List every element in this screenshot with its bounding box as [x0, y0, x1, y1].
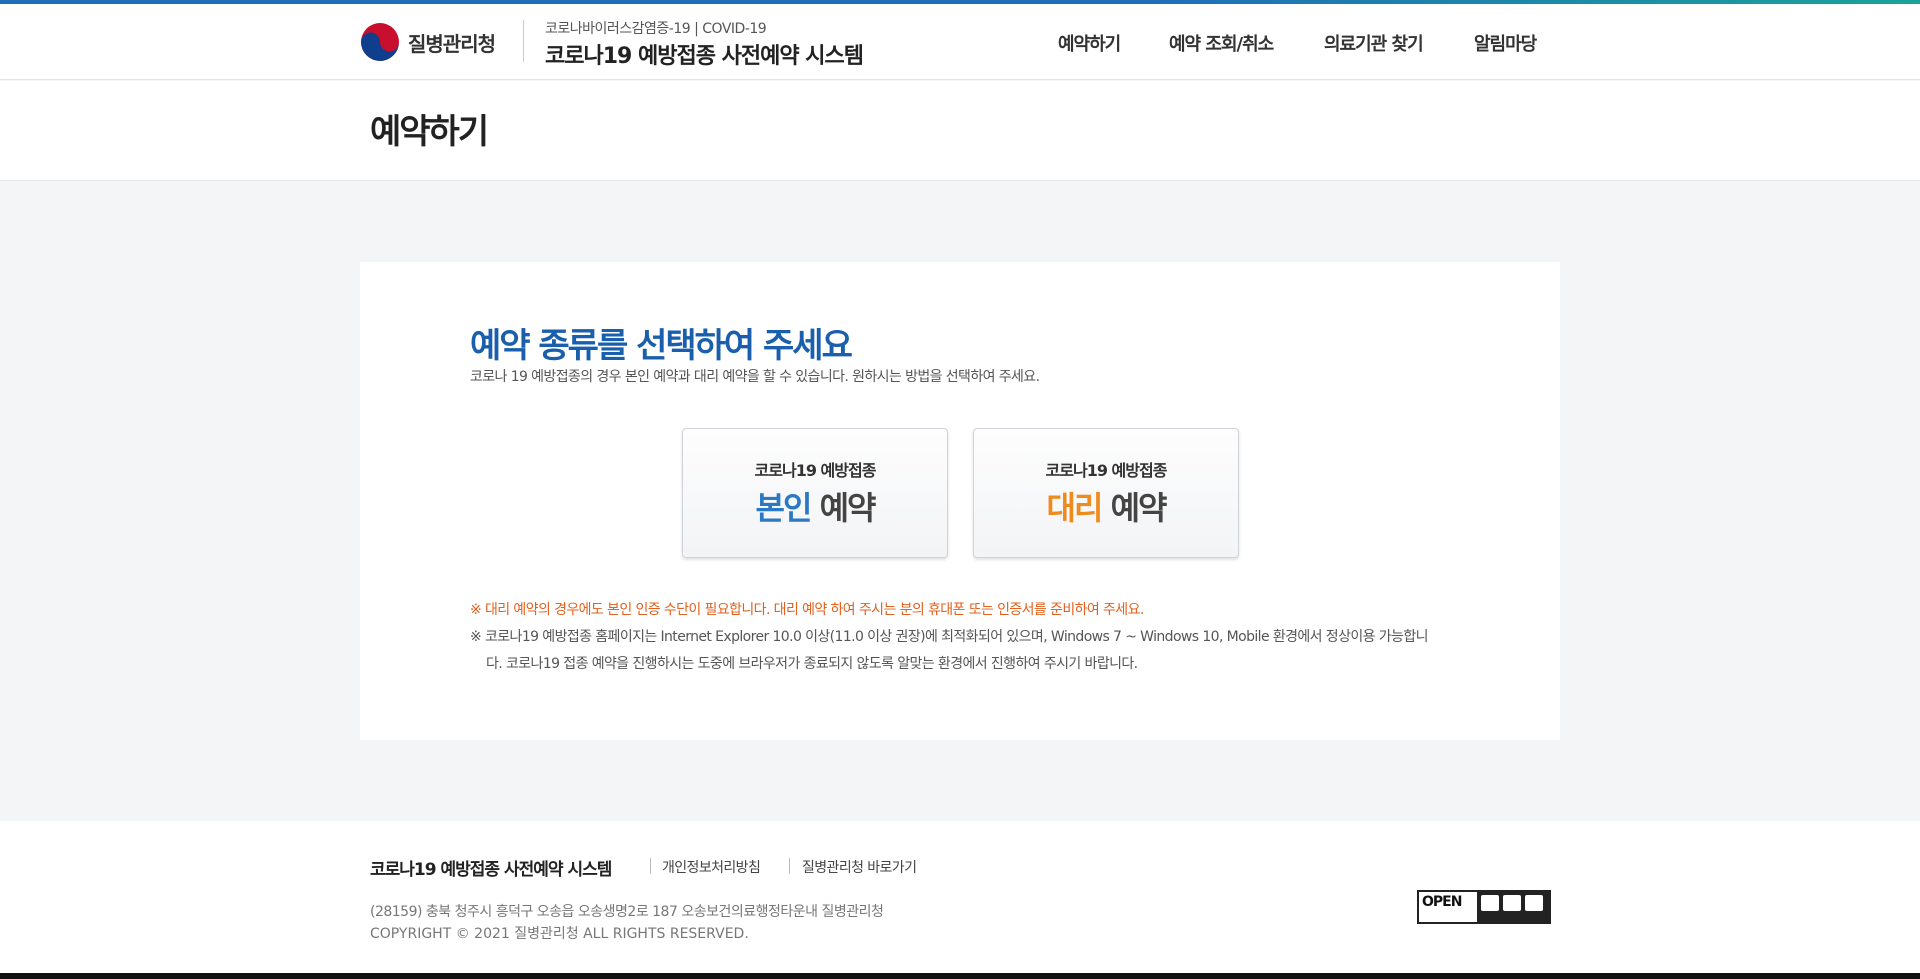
- page-title: 예약하기: [370, 112, 489, 152]
- kdca-homepage-link[interactable]: 질병관리청 바로가기: [802, 857, 917, 877]
- choice-highlight: 대리: [1046, 489, 1104, 527]
- nav-item-lookup-cancel[interactable]: 예약 조회/취소: [1169, 30, 1274, 56]
- kogl-open-mark: OPEN: [1419, 892, 1477, 922]
- noncommercial-icon: [1503, 895, 1521, 911]
- site-footer: 코로나19 예방접종 사전예약 시스템 개인정보처리방침 질병관리청 바로가기 …: [0, 821, 1920, 973]
- self-reservation-button[interactable]: 코로나19 예방접종 본인 예약: [682, 428, 948, 558]
- no-derivatives-icon: [1525, 895, 1543, 911]
- site-header: 질병관리청 코로나바이러스감염증-19 | COVID-19 코로나19 예방접…: [0, 4, 1920, 80]
- attribution-icon: [1481, 895, 1499, 911]
- browser-notice: ※ 코로나19 예방접종 홈페이지는 Internet Explorer 10.…: [470, 624, 1470, 678]
- proxy-auth-notice: ※ 대리 예약의 경우에도 본인 인증 수단이 필요합니다. 대리 예약 하여 …: [470, 602, 1144, 618]
- choice-subtitle: 코로나19 예방접종: [1045, 461, 1168, 480]
- nav-item-notice[interactable]: 알림마당: [1474, 30, 1537, 56]
- kogl-condition-icons: [1477, 892, 1549, 922]
- browser-notice-line1: ※ 코로나19 예방접종 홈페이지는 Internet Explorer 10.…: [470, 629, 1428, 645]
- proxy-reservation-button[interactable]: 코로나19 예방접종 대리 예약: [973, 428, 1239, 558]
- privacy-policy-link[interactable]: 개인정보처리방침: [662, 857, 761, 877]
- kogl-open-text: OPEN: [1422, 894, 1462, 910]
- footer-title: 코로나19 예방접종 사전예약 시스템: [370, 860, 612, 880]
- kogl-open-license-badge: OPEN: [1417, 890, 1551, 924]
- footer-divider: [650, 858, 651, 874]
- choice-label: 본인 예약: [683, 483, 947, 529]
- page-header: 예약하기: [0, 81, 1920, 181]
- reservation-type-panel: 예약 종류를 선택하여 주세요 코로나 19 예방접종의 경우 본인 예약과 대…: [360, 262, 1560, 740]
- choice-suffix: 예약: [819, 489, 877, 527]
- choice-suffix: 예약: [1110, 489, 1168, 527]
- footer-copyright: COPYRIGHT © 2021 질병관리청 ALL RIGHTS RESERV…: [370, 926, 749, 942]
- bottom-edge: [0, 973, 1920, 979]
- panel-description: 코로나 19 예방접종의 경우 본인 예약과 대리 예약을 할 수 있습니다. …: [470, 369, 1040, 385]
- choice-label: 대리 예약: [974, 483, 1238, 529]
- footer-divider: [789, 858, 790, 874]
- main-nav: 예약하기 예약 조회/취소 의료기관 찾기 알림마당: [0, 30, 1920, 60]
- nav-item-reserve[interactable]: 예약하기: [1058, 30, 1121, 56]
- panel-title: 예약 종류를 선택하여 주세요: [470, 326, 853, 366]
- choice-subtitle: 코로나19 예방접종: [754, 461, 877, 480]
- browser-notice-line2: 다. 코로나19 접종 예약을 진행하시는 도중에 브라우저가 종료되지 않도록…: [486, 656, 1138, 672]
- nav-item-find-clinic[interactable]: 의료기관 찾기: [1324, 30, 1424, 56]
- choice-highlight: 본인: [755, 489, 813, 527]
- footer-address: (28159) 충북 청주시 흥덕구 오송읍 오송생명2로 187 오송보건의료…: [370, 904, 884, 920]
